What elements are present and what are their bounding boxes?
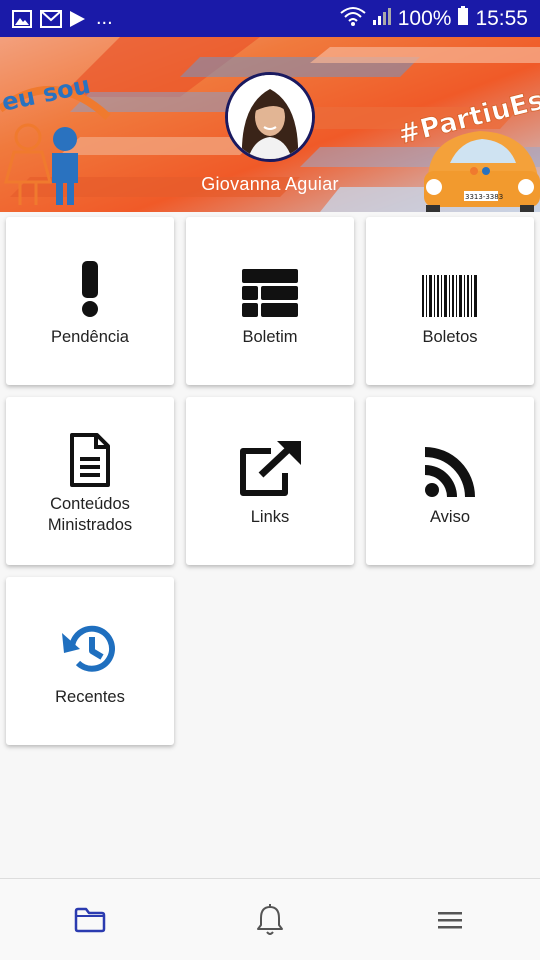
tile-label: Aviso — [429, 507, 471, 526]
wifi-icon — [340, 6, 366, 32]
gallery-icon — [12, 9, 32, 28]
profile-photo — [228, 75, 312, 159]
nav-notifications[interactable] — [180, 879, 360, 960]
signal-icon — [372, 6, 392, 32]
nav-files[interactable] — [0, 879, 180, 960]
barcode-icon — [422, 255, 478, 317]
tile-label: Boletos — [422, 327, 478, 346]
rss-icon — [425, 435, 475, 497]
tile-label: Recentes — [55, 687, 125, 706]
notification-icons: ... — [12, 7, 113, 30]
document-icon — [69, 426, 111, 488]
exclamation-icon — [80, 255, 100, 317]
svg-text:eu sou: eu sou — [0, 71, 93, 117]
bottom-navigation — [0, 878, 540, 960]
bell-icon — [257, 903, 283, 935]
tile-pendencia[interactable]: Pendência — [6, 217, 174, 385]
profile-banner: eu sou Giovanna Aguiar #PartiuEsco 3313-… — [0, 37, 540, 212]
tile-links[interactable]: Links — [186, 397, 354, 565]
menu-icon — [438, 911, 462, 928]
tile-label: Links — [250, 507, 290, 526]
avatar[interactable] — [225, 72, 315, 162]
history-icon — [62, 615, 118, 677]
table-list-icon — [242, 255, 298, 317]
tile-label: Pendência — [51, 327, 129, 346]
battery-icon — [457, 5, 469, 32]
play-store-icon — [68, 10, 88, 28]
nav-menu[interactable] — [360, 879, 540, 960]
status-bar: ... 100% 15:55 — [0, 0, 540, 37]
system-icons: 100% 15:55 — [340, 5, 528, 32]
external-link-icon — [239, 435, 301, 497]
tile-conteudos-ministrados[interactable]: Conteúdos Ministrados — [6, 397, 174, 565]
tile-label: Boletim — [242, 327, 298, 346]
tile-boletim[interactable]: Boletim — [186, 217, 354, 385]
car-plate: 3313-3383 — [465, 193, 503, 201]
more-notifications: ... — [96, 7, 113, 29]
folder-icon — [74, 907, 106, 932]
partiu-escola-logo: #PartiuEsco 3313-3383 — [395, 76, 540, 212]
gmail-icon — [40, 9, 62, 28]
menu-grid: Pendência Boletim Boletos Conteúdos Mini… — [6, 217, 534, 745]
battery-percent: 100% — [397, 6, 452, 30]
tile-aviso[interactable]: Aviso — [366, 397, 534, 565]
tile-label: Conteúdos Ministrados — [47, 495, 133, 534]
tile-boletos[interactable]: Boletos — [366, 217, 534, 385]
clock: 15:55 — [475, 6, 528, 30]
tile-recentes[interactable]: Recentes — [6, 577, 174, 745]
